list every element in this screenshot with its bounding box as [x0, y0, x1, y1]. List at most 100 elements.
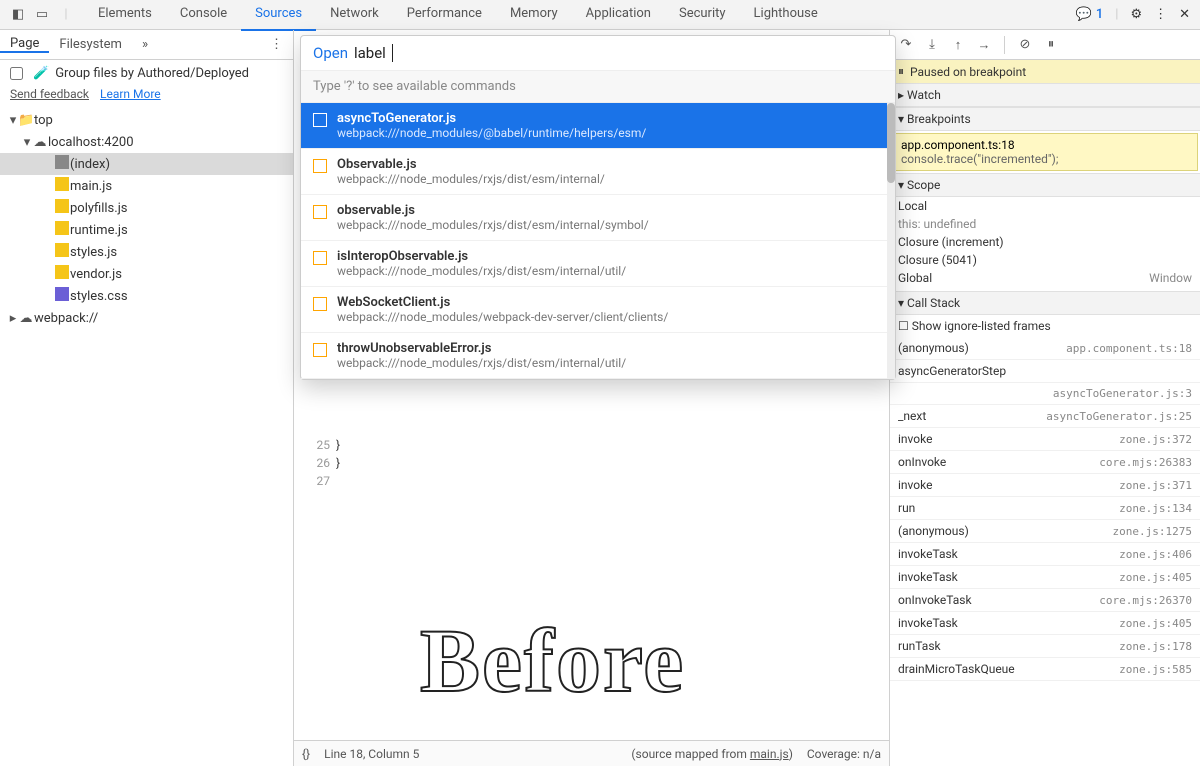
line-gutter: 252627 — [294, 436, 336, 490]
scope-content: Localthis: undefinedClosure (increment)C… — [890, 197, 1200, 291]
stack-frame[interactable]: (anonymous)app.component.ts:18 — [890, 337, 1200, 360]
filesystem-tab[interactable]: Filesystem — [49, 37, 132, 52]
tab-network[interactable]: Network — [316, 0, 393, 31]
sources-sidebar: Page Filesystem » ⋮ 🧪 Group files by Aut… — [0, 30, 294, 766]
stack-frame[interactable]: _nextasyncToGenerator.js:25 — [890, 405, 1200, 428]
editor-status-bar: {} Line 18, Column 5 (source mapped from… — [294, 740, 889, 766]
pretty-print-icon[interactable]: {} — [302, 747, 310, 761]
quick-open-dialog: Open label Type '?' to see available com… — [300, 35, 896, 380]
file-icon — [313, 251, 327, 265]
tree-item[interactable]: polyfills.js — [0, 197, 293, 219]
coverage-info: Coverage: n/a — [807, 747, 881, 761]
inspect-icon[interactable]: ◧ — [10, 7, 26, 22]
quick-open-item[interactable]: throwUnobservableError.jswebpack:///node… — [301, 333, 895, 379]
stack-frame[interactable]: onInvokeTaskcore.mjs:26370 — [890, 589, 1200, 612]
device-toolbar-icon[interactable]: ▭ — [34, 7, 50, 22]
tree-item[interactable]: styles.js — [0, 241, 293, 263]
send-feedback-link[interactable]: Send feedback — [10, 87, 89, 101]
stack-frame[interactable]: runTaskzone.js:178 — [890, 635, 1200, 658]
tab-application[interactable]: Application — [572, 0, 665, 31]
step-out-icon[interactable]: → — [976, 37, 992, 53]
stack-frame[interactable]: drainMicroTaskQueuezone.js:585 — [890, 658, 1200, 681]
stack-frame[interactable]: asyncToGenerator.js:3 — [890, 383, 1200, 405]
learn-more-link[interactable]: Learn More — [100, 87, 161, 101]
tab-sources[interactable]: Sources — [241, 0, 316, 31]
more-tabs-icon[interactable]: » — [132, 37, 158, 52]
stack-frame[interactable]: onInvokecore.mjs:26383 — [890, 451, 1200, 474]
tree-item[interactable]: (index) — [0, 153, 293, 175]
stack-frame[interactable]: invokezone.js:372 — [890, 428, 1200, 451]
tree-item[interactable]: ▾📁top — [0, 109, 293, 131]
ignore-listed-option[interactable]: ☐ Show ignore-listed frames — [890, 315, 1200, 337]
group-files-checkbox[interactable] — [10, 67, 23, 80]
tab-performance[interactable]: Performance — [393, 0, 496, 31]
quick-open-item[interactable]: Observable.jswebpack:///node_modules/rxj… — [301, 149, 895, 195]
code-content: }} — [336, 436, 340, 472]
page-tab[interactable]: Page — [0, 36, 49, 53]
file-tree: ▾📁top▾☁localhost:4200(index)main.jspolyf… — [0, 105, 293, 333]
group-label: Group files by Authored/Deployed — [55, 66, 249, 81]
deactivate-bp-icon[interactable]: ⊘ — [1017, 37, 1033, 52]
divider: | — [1115, 7, 1118, 22]
tab-memory[interactable]: Memory — [496, 0, 572, 31]
stack-frame[interactable]: runzone.js:134 — [890, 497, 1200, 520]
devtools-tabs: ElementsConsoleSourcesNetworkPerformance… — [84, 0, 1066, 31]
sourcemap-info: (source mapped from main.js) — [631, 747, 792, 761]
step-into-icon[interactable]: ↑ — [950, 37, 966, 53]
pause-exceptions-icon[interactable]: ⏸ — [1043, 37, 1059, 52]
stack-frame[interactable]: invokezone.js:371 — [890, 474, 1200, 497]
scope-line[interactable]: Local — [890, 197, 1200, 215]
scrollbar[interactable] — [887, 103, 895, 379]
tab-security[interactable]: Security — [665, 0, 740, 31]
quick-open-input[interactable]: Open label — [301, 36, 895, 71]
quick-open-item[interactable]: isInteropObservable.jswebpack:///node_mo… — [301, 241, 895, 287]
quick-open-item[interactable]: asyncToGenerator.jswebpack:///node_modul… — [301, 103, 895, 149]
step-over-icon[interactable]: ⤓ — [924, 37, 940, 52]
scope-line[interactable]: this: undefined — [890, 215, 1200, 233]
breakpoint-entry[interactable]: app.component.ts:18 console.trace("incre… — [892, 133, 1198, 171]
quick-open-hint: Type '?' to see available commands — [301, 71, 895, 103]
callstack-header[interactable]: ▾ Call Stack — [890, 291, 1200, 315]
resume-icon[interactable]: ↷ — [898, 37, 914, 52]
tree-item[interactable]: ▸☁webpack:// — [0, 307, 293, 329]
tab-lighthouse[interactable]: Lighthouse — [740, 0, 832, 31]
watch-header[interactable]: ▸ Watch — [890, 83, 1200, 107]
debugger-panel: ↷ ⤓ ↑ → ⊘ ⏸ ⏸ Paused on breakpoint ▸ Wat… — [890, 30, 1200, 766]
divider: | — [58, 7, 74, 22]
cursor-position: Line 18, Column 5 — [324, 747, 419, 761]
scope-line[interactable]: Closure (increment) — [890, 233, 1200, 251]
tree-item[interactable]: styles.css — [0, 285, 293, 307]
file-icon — [313, 297, 327, 311]
quick-open-results: asyncToGenerator.jswebpack:///node_modul… — [301, 103, 895, 379]
stack-frame[interactable]: invokeTaskzone.js:405 — [890, 612, 1200, 635]
more-icon[interactable]: ⋮ — [1154, 7, 1167, 22]
scope-header[interactable]: ▾ Scope — [890, 173, 1200, 197]
tree-item[interactable]: runtime.js — [0, 219, 293, 241]
pause-icon: ⏸ — [898, 64, 904, 79]
pause-banner: ⏸ Paused on breakpoint — [890, 60, 1200, 83]
scope-line[interactable]: Closure (5041) — [890, 251, 1200, 269]
file-icon — [313, 113, 327, 127]
tab-console[interactable]: Console — [166, 0, 241, 31]
sidebar-more-icon[interactable]: ⋮ — [260, 37, 293, 52]
beaker-icon: 🧪 — [33, 66, 49, 81]
tree-item[interactable]: main.js — [0, 175, 293, 197]
quick-open-item[interactable]: WebSocketClient.jswebpack:///node_module… — [301, 287, 895, 333]
tree-item[interactable]: vendor.js — [0, 263, 293, 285]
scope-line[interactable]: GlobalWindow — [890, 269, 1200, 291]
breakpoints-header[interactable]: ▾ Breakpoints — [890, 107, 1200, 131]
stack-frame[interactable]: (anonymous)zone.js:1275 — [890, 520, 1200, 543]
call-stack-list: (anonymous)app.component.ts:18asyncGener… — [890, 337, 1200, 681]
tree-item[interactable]: ▾☁localhost:4200 — [0, 131, 293, 153]
stack-frame[interactable]: asyncGeneratorStep — [890, 360, 1200, 383]
file-icon — [313, 205, 327, 219]
quick-open-item[interactable]: observable.jswebpack:///node_modules/rxj… — [301, 195, 895, 241]
close-icon[interactable]: ✕ — [1179, 7, 1190, 22]
stack-frame[interactable]: invokeTaskzone.js:405 — [890, 566, 1200, 589]
tab-elements[interactable]: Elements — [84, 0, 166, 31]
file-icon — [313, 159, 327, 173]
issues-badge[interactable]: 💬 1 — [1076, 7, 1104, 22]
settings-icon[interactable]: ⚙ — [1130, 7, 1142, 22]
devtools-top-bar: ◧ ▭ | ElementsConsoleSourcesNetworkPerfo… — [0, 0, 1200, 30]
stack-frame[interactable]: invokeTaskzone.js:406 — [890, 543, 1200, 566]
